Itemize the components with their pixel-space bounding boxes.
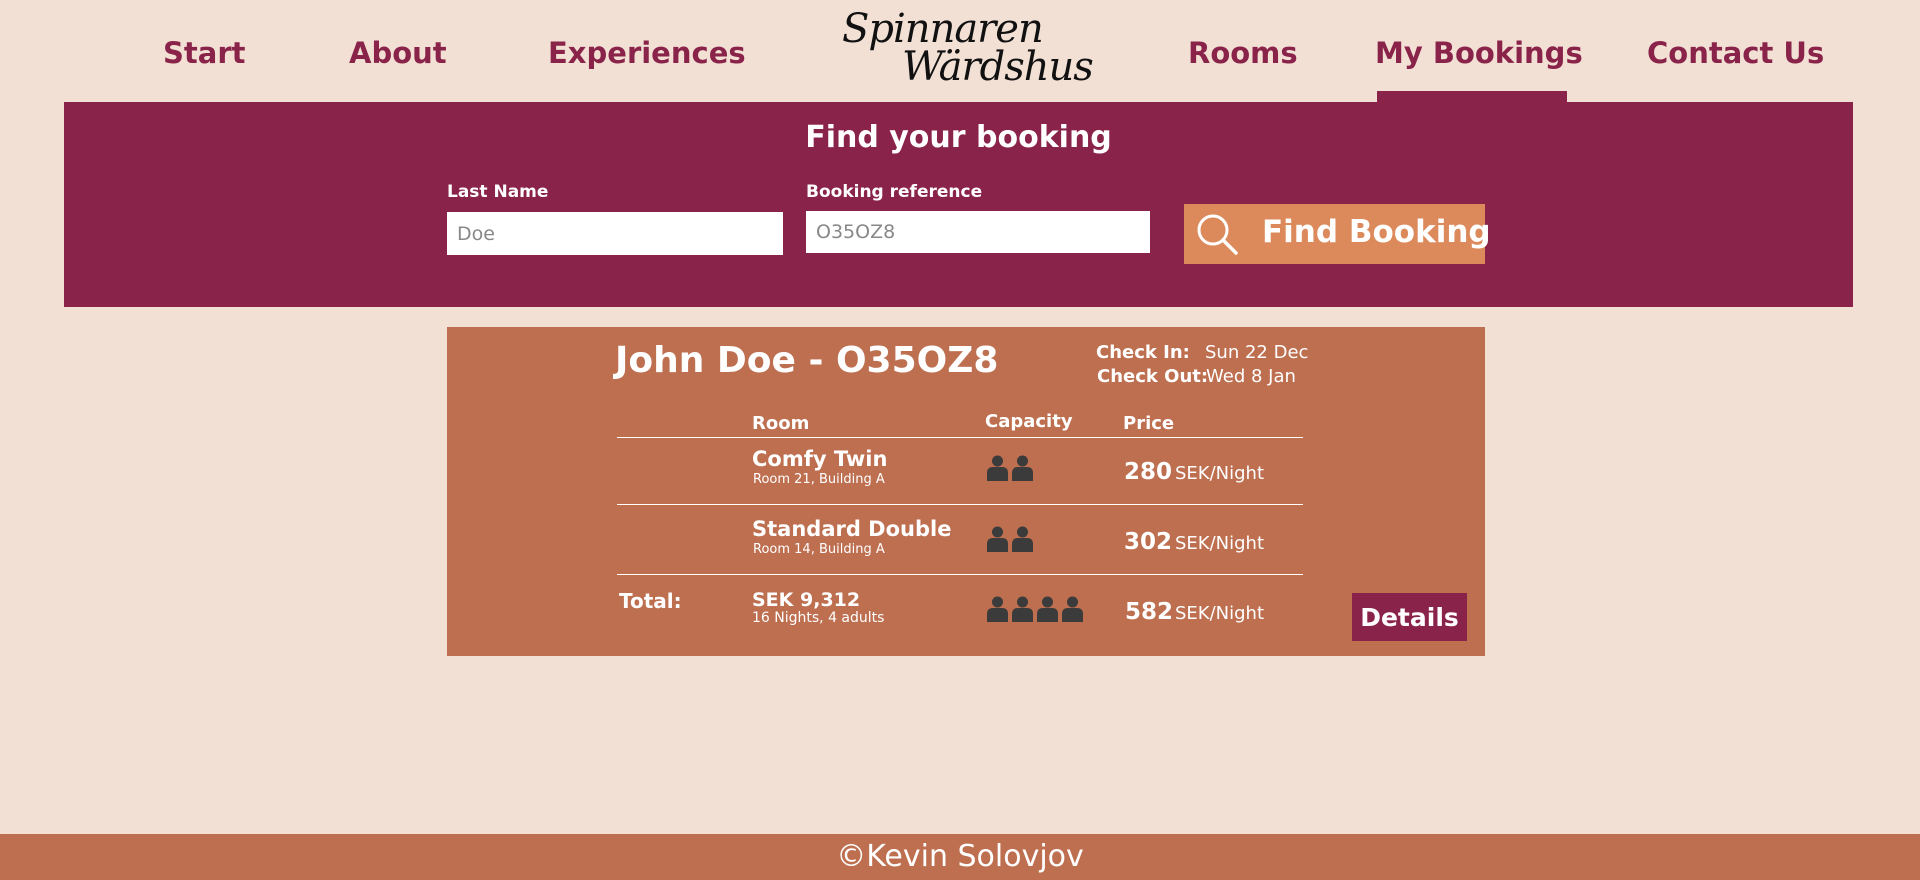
booking-card: John Doe - O35OZ8 Check In: Sun 22 Dec C… [447,327,1485,656]
search-icon [1197,214,1238,255]
capacity-icons [987,455,1033,481]
capacity-icons [987,526,1033,552]
nav-start[interactable]: Start [163,36,245,70]
last-name-input[interactable] [447,212,783,255]
room-name: Standard Double [752,517,952,541]
person-icon [1037,596,1058,622]
row-divider [617,574,1303,575]
total-label: Total: [619,589,682,613]
person-icon [987,455,1008,481]
room-price: 302 [1124,529,1173,555]
footer: ©Kevin Solovjov [0,834,1920,880]
find-booking-button[interactable]: Find Booking [1184,204,1491,264]
person-icon [1012,526,1033,552]
find-booking-label: Find Booking [1262,214,1491,250]
row-divider [617,504,1303,505]
last-name-label: Last Name [447,182,549,202]
check-in-value: Sun 22 Dec [1205,342,1309,363]
find-booking-title: Find your booking [805,120,1112,155]
room-location: Room 21, Building A [753,472,885,487]
footer-copyright: ©Kevin Solovjov [836,839,1084,874]
booking-title: John Doe - O35OZ8 [615,340,999,381]
nav-contact-us[interactable]: Contact Us [1647,36,1824,70]
find-booking-panel: Find your booking Last Name Booking refe… [64,102,1853,307]
room-name: Comfy Twin [752,447,888,471]
booking-reference-label: Booking reference [806,182,983,202]
nav-experiences[interactable]: Experiences [548,36,746,70]
total-summary: 16 Nights, 4 adults [752,610,885,626]
price-column-header: Price [1123,413,1175,434]
logo-line-2: Wärdshus [902,44,1094,90]
person-icon [1012,455,1033,481]
nav-my-bookings[interactable]: My Bookings [1375,36,1583,70]
room-location: Room 14, Building A [753,542,885,557]
room-column-header: Room [752,413,810,434]
person-icon [1012,596,1033,622]
nav-about[interactable]: About [349,36,447,70]
capacity-icons [987,596,1083,622]
total-price: 582 [1125,599,1174,625]
person-icon [987,596,1008,622]
check-in-label: Check In: [1096,342,1190,363]
check-out-value: Wed 8 Jan [1206,366,1296,387]
check-out-label: Check Out: [1097,366,1209,387]
details-button[interactable]: Details [1352,593,1467,641]
price-unit: SEK/Night [1175,603,1265,624]
price-unit: SEK/Night [1175,533,1265,554]
nav-active-indicator [1377,91,1567,102]
booking-reference-input[interactable] [806,211,1150,253]
top-nav: Start About Experiences Spinnaren Wärdsh… [0,0,1920,102]
person-icon [987,526,1008,552]
total-amount: SEK 9,312 [752,589,861,611]
capacity-column-header: Capacity [985,411,1073,432]
row-divider [617,437,1303,438]
site-logo[interactable]: Spinnaren Wärdshus [842,6,1094,90]
nav-rooms[interactable]: Rooms [1188,36,1298,70]
room-price: 280 [1124,459,1173,485]
person-icon [1062,596,1083,622]
price-unit: SEK/Night [1175,463,1265,484]
